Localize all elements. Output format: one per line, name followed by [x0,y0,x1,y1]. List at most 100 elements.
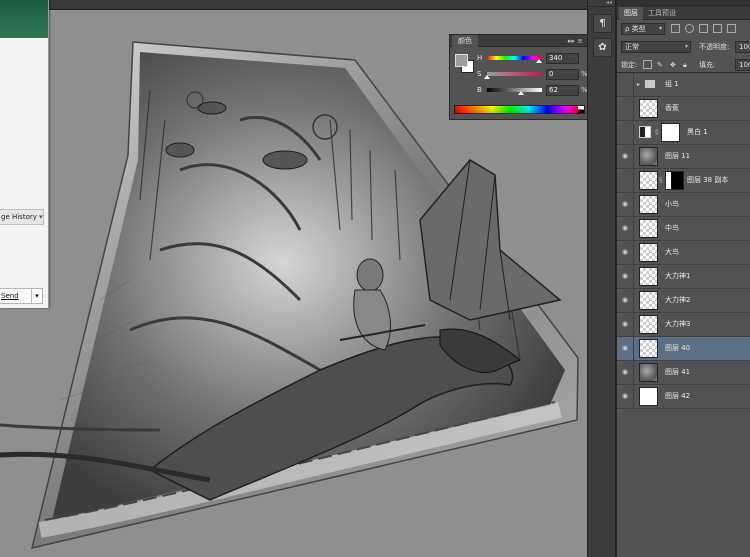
brightness-slider[interactable] [487,88,542,92]
hue-slider[interactable] [487,56,542,60]
layer-thumbnail[interactable] [639,243,658,262]
opacity-value: 100 [739,43,750,51]
filter-adjustment-icon[interactable] [685,24,694,33]
layer-row[interactable]: ◉ 小鸟 [617,193,750,217]
visibility-eye-icon[interactable]: ◉ [617,289,634,312]
layer-row[interactable]: ▸ 组 1 [617,73,750,97]
send-options-dropdown[interactable]: ▾ [31,289,42,303]
layer-row[interactable]: 香蕉 [617,97,750,121]
visibility-eye-icon[interactable] [617,121,634,144]
tab-tool-presets[interactable]: 工具预设 [643,7,681,20]
layer-thumbnail[interactable] [639,195,658,214]
brightness-slider-thumb[interactable] [518,91,525,95]
layer-thumbnail[interactable] [639,339,658,358]
layer-thumbnail[interactable] [639,291,658,310]
foreground-color-swatch[interactable] [455,54,468,67]
color-panel: 颜色 ▸▸ ≡ H 340 S 0 % B 62 % [449,34,588,120]
collapse-panels-icon[interactable]: ◂◂ [588,0,615,7]
message-history-button[interactable]: ge History ▾ [0,209,44,225]
character-panel-icon[interactable]: ¶ [593,14,612,33]
layers-panel-tabs: 图层 工具预设 [617,0,750,20]
visibility-eye-icon[interactable]: ◉ [617,145,634,168]
link-icon: § [659,176,663,184]
visibility-eye-icon[interactable]: ◉ [617,241,634,264]
fill-field[interactable]: 100 [735,59,750,71]
hue-label: H [477,54,483,62]
saturation-slider[interactable] [487,72,542,76]
panel-grip[interactable] [617,0,750,7]
layer-thumbnail[interactable] [639,363,658,382]
black-white-adjustment-icon [639,126,651,138]
opacity-label: 不透明度: [699,43,730,51]
hue-value-field[interactable]: 340 [546,53,579,64]
layer-name: 图层 11 [665,152,691,160]
brightness-value-field[interactable]: 62 [546,85,579,96]
layer-row[interactable]: § 图层 38 副本 [617,169,750,193]
visibility-eye-icon[interactable] [617,73,634,96]
visibility-eye-icon[interactable]: ◉ [617,217,634,240]
tab-layers[interactable]: 图层 [619,7,643,20]
visibility-eye-icon[interactable]: ◉ [617,313,634,336]
visibility-eye-icon[interactable]: ◉ [617,337,634,360]
layer-thumbnail[interactable] [639,387,658,406]
filter-smart-object-icon[interactable] [727,24,736,33]
layer-row[interactable]: ◉ 中鸟 [617,217,750,241]
layer-name: 图层 41 [665,368,691,376]
layer-row[interactable]: ◉ 图层 41 [617,361,750,385]
visibility-eye-icon[interactable]: ◉ [617,265,634,288]
layer-row[interactable]: § 黑白 1 [617,121,750,145]
chevron-right-icon[interactable]: ▸ [637,73,640,96]
layer-thumbnail[interactable] [639,147,658,166]
visibility-eye-icon[interactable]: ◉ [617,385,634,408]
layer-thumbnail[interactable] [639,171,658,190]
lock-all-icon[interactable]: 🔒︎ [683,59,687,71]
layer-row[interactable]: ◉ 大力神1 [617,265,750,289]
lock-label: 锁定: [621,61,638,69]
filter-pixel-icon[interactable] [671,24,680,33]
saturation-slider-thumb[interactable] [484,75,490,79]
layer-name: 大力神1 [665,272,691,280]
blend-row: 正常 ▾ 不透明度: 100 [617,40,750,54]
layer-filter-type-select[interactable]: ρ 类型 ▾ [621,23,665,35]
visibility-eye-icon[interactable]: ◉ [617,361,634,384]
layer-thumbnail[interactable] [639,267,658,286]
color-panel-header: 颜色 ▸▸ ≡ [450,35,587,47]
send-button[interactable]: Send [0,289,31,303]
color-spectrum-bar[interactable] [454,105,585,114]
lock-position-icon[interactable]: ✥ [670,59,676,71]
tab-color[interactable]: 颜色 [452,35,478,47]
layer-row[interactable]: ◉ 图层 40 [617,337,750,361]
layer-thumbnail[interactable] [639,219,658,238]
visibility-eye-icon[interactable] [617,97,634,120]
document-tab-strip [0,0,587,10]
panel-menu-icon[interactable]: ▸▸ ≡ [568,35,583,47]
layer-row[interactable]: ◉ 图层 42 [617,385,750,409]
layer-row[interactable]: ◉ 图层 11 [617,145,750,169]
black-white-swatch[interactable] [578,106,584,113]
lock-transparent-icon[interactable] [643,60,652,69]
layer-row[interactable]: ◉ 大鸟 [617,241,750,265]
filter-type-icon[interactable] [699,24,708,33]
saturation-value-field[interactable]: 0 [546,69,579,80]
layer-name: 香蕉 [665,104,679,112]
layer-thumbnail[interactable] [639,99,658,118]
filter-shape-icon[interactable] [713,24,722,33]
blend-mode-select[interactable]: 正常 ▾ [621,41,691,53]
lock-pixels-icon[interactable]: ✎ [657,59,663,71]
fill-label: 填充: [699,61,716,69]
hue-slider-thumb[interactable] [535,59,542,63]
layer-row[interactable]: ◉ 大力神3 [617,313,750,337]
brush-presets-icon[interactable]: ✿ [593,38,612,57]
send-button-group: Send ▾ [0,288,43,304]
layer-thumbnail[interactable] [639,315,658,334]
opacity-field[interactable]: 100 [735,41,750,53]
chevron-down-icon: ▾ [39,213,43,221]
layer-mask-thumbnail[interactable] [665,171,684,190]
chevron-down-icon: ▾ [658,25,662,32]
chat-titlebar [0,0,48,38]
visibility-eye-icon[interactable] [617,169,634,192]
layer-row[interactable]: ◉ 大力神2 [617,289,750,313]
layer-mask-thumbnail[interactable] [661,123,680,142]
layer-name: 图层 42 [665,392,691,400]
visibility-eye-icon[interactable]: ◉ [617,193,634,216]
